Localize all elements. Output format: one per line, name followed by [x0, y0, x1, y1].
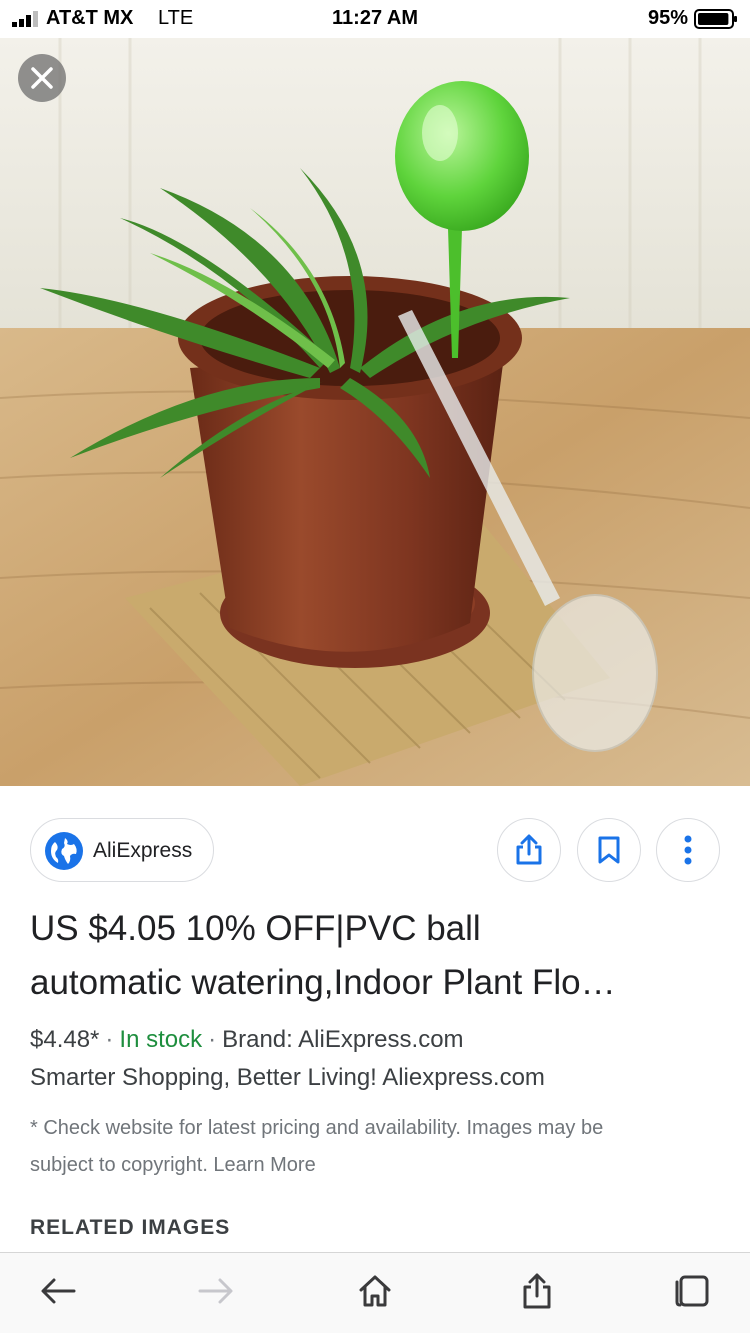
- title-line-2: automatic watering,Indoor Plant Flo…: [30, 963, 616, 1002]
- source-name: AliExpress: [93, 839, 193, 862]
- status-bar: AT&T MX LTE 11:27 AM 95%: [0, 0, 750, 38]
- separator-dot: ·: [105, 1026, 114, 1053]
- more-vert-icon: [684, 835, 692, 865]
- share-icon: [523, 1273, 551, 1309]
- battery-percent: 95%: [647, 7, 688, 29]
- home-button[interactable]: [355, 1271, 395, 1311]
- globe-icon: [45, 832, 83, 870]
- battery-icon: [694, 9, 737, 29]
- related-images-heading: RELATED IMAGES: [30, 1216, 231, 1239]
- disclaimer: * Check website for latest pricing and a…: [30, 1110, 690, 1184]
- forward-arrow-icon: [198, 1278, 233, 1304]
- bookmark-icon: [598, 836, 620, 864]
- save-button[interactable]: [577, 818, 641, 882]
- more-options-button[interactable]: [656, 818, 720, 882]
- separator-dot: ·: [208, 1026, 217, 1053]
- browser-toolbar: [0, 1252, 750, 1333]
- title-line-1: US $4.05 10% OFF|PVC ball: [30, 909, 481, 948]
- price: $4.48*: [30, 1026, 100, 1053]
- result-title[interactable]: US $4.05 10% OFF|PVC ball automatic wate…: [30, 902, 720, 1010]
- source-chip[interactable]: AliExpress: [30, 818, 214, 882]
- tabs-button[interactable]: [672, 1271, 712, 1311]
- stock-status: In stock: [119, 1026, 203, 1053]
- back-button[interactable]: [38, 1271, 78, 1311]
- disclaimer-line-1: * Check website for latest pricing and a…: [30, 1117, 604, 1139]
- back-arrow-icon: [41, 1278, 76, 1304]
- close-button[interactable]: [18, 54, 66, 102]
- clock: 11:27 AM: [332, 7, 418, 29]
- tabs-icon: [675, 1275, 709, 1307]
- share-button[interactable]: [497, 818, 561, 882]
- share-page-button[interactable]: [517, 1271, 557, 1311]
- result-image[interactable]: [0, 38, 750, 786]
- product-meta: $4.48* · In stock · Brand: AliExpress.com: [30, 1024, 464, 1056]
- share-icon: [516, 834, 542, 865]
- disclaimer-line-2[interactable]: subject to copyright. Learn More: [30, 1147, 690, 1184]
- close-icon: [31, 67, 53, 89]
- plant-photo: [0, 38, 750, 786]
- forward-button[interactable]: [196, 1271, 236, 1311]
- brand: Brand: AliExpress.com: [222, 1026, 464, 1053]
- site-tagline: Smarter Shopping, Better Living! Aliexpr…: [30, 1064, 545, 1091]
- home-icon: [359, 1275, 391, 1307]
